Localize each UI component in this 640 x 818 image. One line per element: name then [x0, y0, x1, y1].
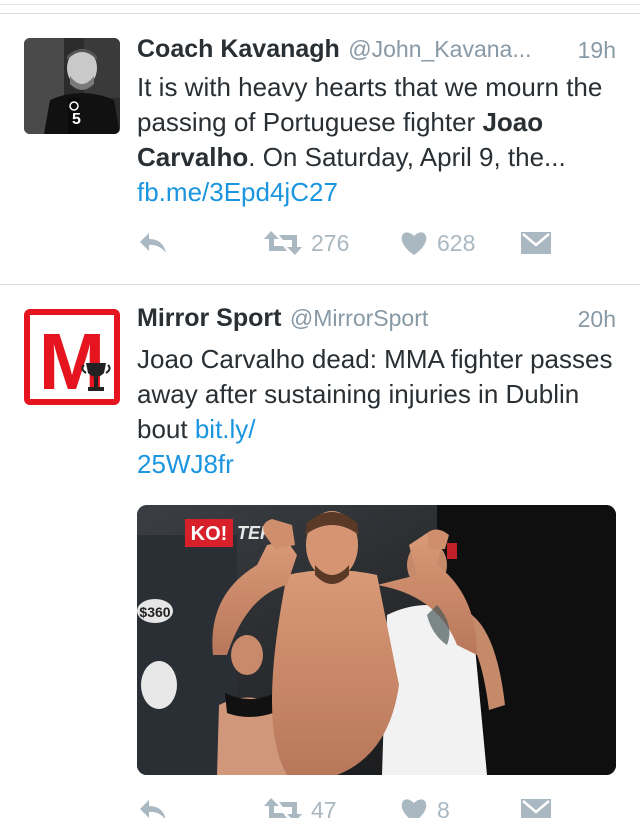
author-name[interactable]: Mirror Sport	[137, 304, 281, 332]
retweet-button[interactable]: 47	[263, 796, 337, 818]
reply-button[interactable]	[137, 229, 169, 257]
avatar[interactable]: M	[24, 309, 120, 405]
tweet-link[interactable]: fb.me/3Epd4jC27	[137, 177, 338, 207]
timeline-top-divider	[0, 0, 640, 14]
retweet-button[interactable]: 276	[263, 229, 349, 257]
media-banner-ko: KO!	[191, 523, 228, 545]
tweet[interactable]: 5 Coach Kavanagh @John_Kavana... 19h It …	[0, 15, 640, 285]
reply-button[interactable]	[137, 796, 169, 818]
avatar[interactable]: 5	[24, 38, 120, 134]
retweet-count: 276	[311, 229, 350, 256]
direct-message-button[interactable]	[520, 229, 552, 257]
retweet-count: 47	[311, 796, 337, 818]
heart-icon	[399, 796, 429, 818]
tweet-media-photo[interactable]: KO! TEF $360	[137, 505, 616, 775]
like-count: 628	[437, 229, 476, 256]
author-name[interactable]: Coach Kavanagh	[137, 35, 340, 63]
tweet-text: Joao Carvalho dead: MMA fighter passes a…	[137, 342, 616, 482]
like-count: 8	[437, 796, 450, 818]
tweet-text-rest: . On Saturday, April 9, the...	[248, 142, 566, 172]
tweet-timestamp[interactable]: 20h	[578, 306, 616, 333]
retweet-icon	[263, 229, 303, 257]
avatar-caption: 5	[72, 111, 81, 128]
direct-message-icon	[520, 229, 552, 257]
like-button[interactable]: 8	[399, 796, 450, 818]
reply-icon	[137, 796, 169, 818]
heart-icon	[399, 229, 429, 257]
tweet[interactable]: M Mirror Sport @MirrorSport 20h Joao Car…	[0, 286, 640, 818]
direct-message-button[interactable]	[520, 796, 552, 818]
tweet-text: It is with heavy hearts that we mourn th…	[137, 70, 616, 210]
tweet-actions: 276 628	[137, 229, 616, 265]
direct-message-icon	[520, 796, 552, 818]
author-handle[interactable]: @MirrorSport	[290, 305, 428, 331]
reply-icon	[137, 229, 169, 257]
like-button[interactable]: 628	[399, 229, 475, 257]
retweet-icon	[263, 796, 303, 818]
author-handle[interactable]: @John_Kavana...	[348, 36, 531, 62]
tweet-actions: 47 8	[137, 796, 616, 818]
tweet-header: Coach Kavanagh @John_Kavana... 19h	[137, 35, 616, 65]
tweet-header: Mirror Sport @MirrorSport 20h	[137, 304, 616, 334]
tweet-timestamp[interactable]: 19h	[578, 37, 616, 64]
media-sign: $360	[139, 604, 170, 620]
